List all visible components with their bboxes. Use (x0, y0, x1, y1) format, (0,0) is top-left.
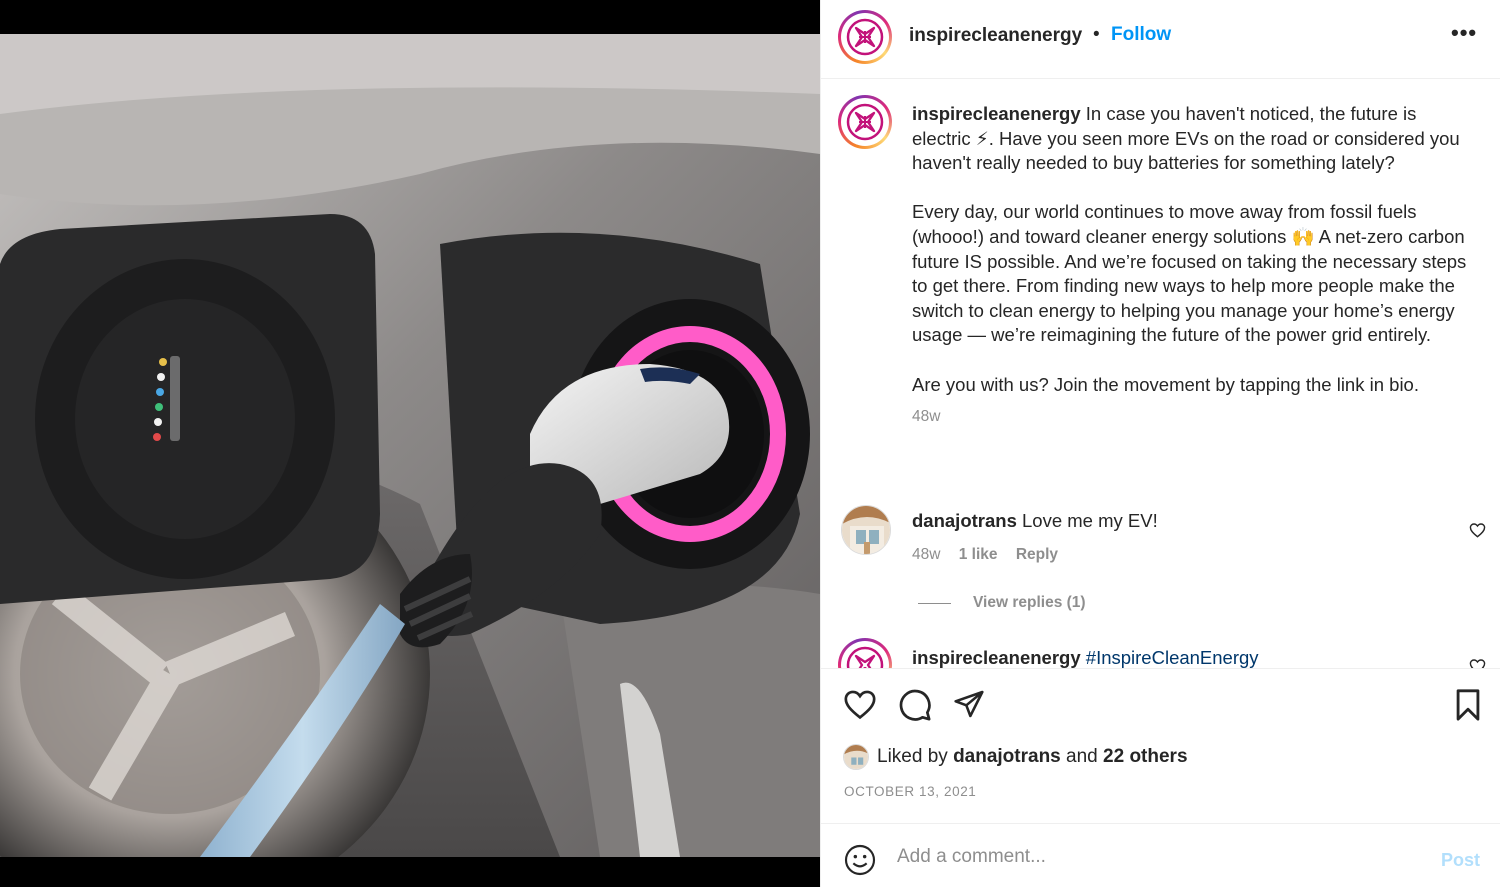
commenter-photo-icon (842, 506, 890, 554)
comment-meta: 48w 1 like Reply (912, 546, 1072, 564)
inspire-logo-icon (846, 646, 884, 668)
view-replies-label: View replies (1) (973, 594, 1086, 611)
comment2-username[interactable]: inspirecleanenergy (912, 647, 1081, 668)
liked-by-others[interactable]: 22 others (1103, 746, 1187, 768)
view-replies-button[interactable]: View replies (1) (918, 594, 1086, 612)
liker-avatar[interactable] (843, 744, 869, 770)
post-header: inspirecleanenergy • Follow ••• (821, 0, 1500, 79)
bookmark-icon[interactable] (1453, 688, 1483, 727)
commenter-avatar[interactable] (841, 505, 891, 555)
caption-paragraph-2: Every day, our world continues to move a… (912, 201, 1467, 346)
comment-likes[interactable]: 1 like (959, 546, 998, 563)
comment2-author-avatar[interactable] (838, 638, 892, 668)
ev-charging-illustration (0, 34, 820, 857)
caption-username[interactable]: inspirecleanenergy (912, 103, 1081, 124)
paper-plane-icon[interactable] (952, 688, 986, 725)
comments-scroll-area[interactable]: inspirecleanenergy In case you haven't n… (821, 80, 1500, 668)
post-caption: inspirecleanenergy In case you haven't n… (912, 102, 1472, 430)
comment-body: danajotrans Love me my EV! (912, 510, 1158, 532)
liker-photo-icon (844, 745, 868, 769)
caption-author-avatar[interactable] (838, 95, 892, 149)
heart-icon[interactable] (843, 688, 877, 725)
emoji-icon[interactable] (844, 844, 876, 881)
comment2-heart-icon[interactable] (1469, 658, 1486, 668)
reply-button[interactable]: Reply (1016, 546, 1058, 563)
inspire-logo-icon (846, 103, 884, 141)
liked-by-summary: Liked by danajotrans and 22 others (843, 744, 1188, 770)
comment2-body: inspirecleanenergy #InspireCleanEnergy (912, 647, 1259, 668)
post-date[interactable]: OCTOBER 13, 2021 (844, 784, 976, 799)
post-actions: Liked by danajotrans and 22 others OCTOB… (821, 668, 1500, 823)
caption-timestamp[interactable]: 48w (912, 405, 1472, 430)
more-options-icon[interactable]: ••• (1451, 20, 1477, 46)
comment-timestamp[interactable]: 48w (912, 546, 940, 563)
caption-paragraph-3: Are you with us? Join the movement by ta… (912, 373, 1419, 395)
separator-dot: • (1093, 24, 1100, 45)
post-photo-ev-charging[interactable] (0, 34, 820, 857)
post-comment-button[interactable]: Post (1441, 850, 1480, 871)
comment-icon[interactable] (898, 688, 932, 727)
comment-username[interactable]: danajotrans (912, 510, 1017, 531)
post-details-panel: inspirecleanenergy • Follow ••• inspirec… (820, 0, 1500, 887)
comment-input[interactable] (897, 842, 1417, 872)
inspire-logo-icon (846, 18, 884, 56)
post-media (0, 0, 820, 887)
follow-button[interactable]: Follow (1111, 24, 1171, 46)
comment-heart-icon[interactable] (1469, 522, 1486, 543)
replies-divider (918, 602, 951, 604)
author-username[interactable]: inspirecleanenergy (909, 25, 1082, 47)
author-avatar[interactable] (838, 10, 892, 64)
liked-by-prefix: Liked by (877, 746, 948, 767)
hashtag-link[interactable]: #InspireCleanEnergy (1086, 647, 1259, 668)
liked-by-and: and (1066, 746, 1098, 767)
add-comment-bar: Post (821, 823, 1500, 887)
liked-by-user[interactable]: danajotrans (953, 746, 1061, 768)
comment-text: Love me my EV! (1022, 510, 1158, 531)
